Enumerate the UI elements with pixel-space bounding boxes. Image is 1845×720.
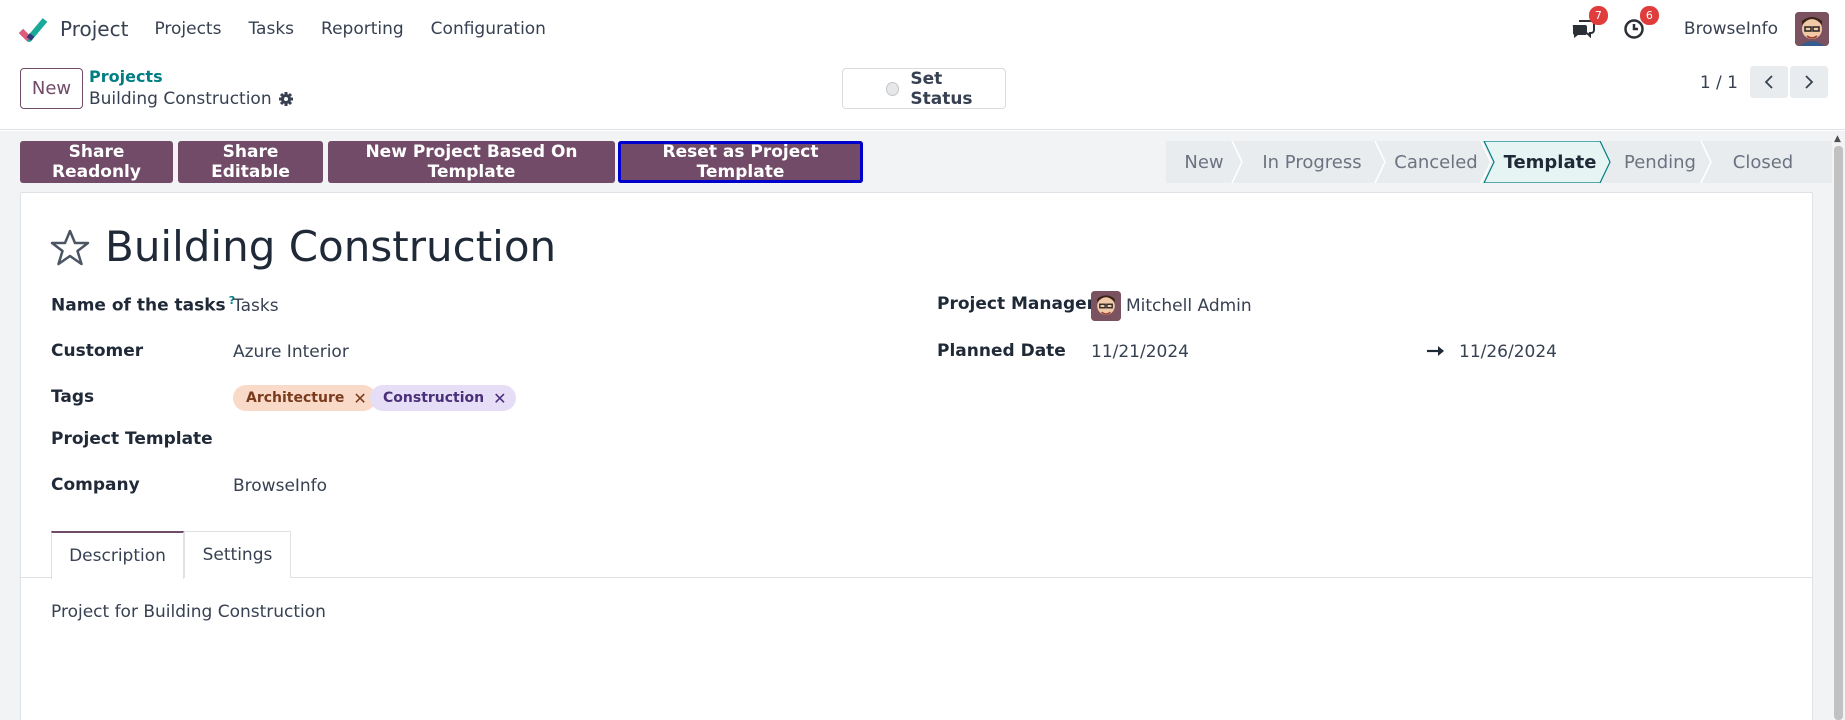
tag-construction[interactable]: Construction ✕ [370, 385, 516, 411]
stage-in-progress[interactable]: In Progress [1242, 141, 1382, 183]
activities-button[interactable]: 6 [1621, 6, 1659, 42]
manager-avatar-icon [1091, 291, 1121, 321]
tab-description[interactable]: Description [51, 531, 184, 579]
pager-next-button[interactable] [1790, 66, 1828, 98]
project-template-label: Project Template [51, 429, 213, 449]
menu-tasks[interactable]: Tasks [248, 19, 294, 39]
menu-projects[interactable]: Projects [154, 19, 221, 39]
scrollbar-thumb[interactable] [1834, 146, 1843, 720]
messages-button[interactable]: 7 [1570, 6, 1608, 42]
customer-label: Customer [51, 341, 144, 361]
manager-avatar [1091, 291, 1121, 321]
project-app-icon [18, 18, 48, 42]
stage-closed[interactable]: Closed [1711, 141, 1815, 183]
tasks-name-field[interactable]: Tasks [233, 296, 279, 316]
form-sheet [20, 192, 1813, 720]
tag-architecture-label: Architecture [246, 390, 345, 406]
new-project-from-template-button[interactable]: New Project Based On Template [328, 141, 615, 183]
status-dot-icon [886, 81, 900, 96]
top-navbar: Project Projects Tasks Reporting Configu… [0, 0, 1845, 58]
planned-date-start-field[interactable]: 11/21/2024 [1091, 342, 1189, 362]
share-readonly-button[interactable]: Share Readonly [20, 141, 173, 183]
tag-architecture[interactable]: Architecture ✕ [233, 385, 376, 411]
stage-template[interactable]: Template [1494, 141, 1606, 183]
breadcrumb-current-record: Building Construction [89, 89, 272, 109]
breadcrumb: Building Construction [89, 89, 294, 109]
remove-tag-icon[interactable]: ✕ [493, 389, 506, 408]
project-manager-label: Project Manager [937, 294, 1096, 314]
scroll-up-arrow-icon[interactable]: ▲ [1834, 134, 1841, 144]
gear-icon[interactable] [278, 91, 294, 107]
description-field[interactable]: Project for Building Construction [51, 602, 326, 622]
company-field[interactable]: BrowseInfo [233, 476, 327, 496]
tag-construction-label: Construction [383, 390, 485, 406]
pager-previous-button[interactable] [1750, 66, 1788, 98]
breadcrumb-projects[interactable]: Projects [89, 67, 163, 86]
menu-configuration[interactable]: Configuration [431, 19, 546, 39]
customer-field[interactable]: Azure Interior [233, 342, 349, 362]
app-brand[interactable]: Project [18, 14, 128, 44]
tags-label: Tags [51, 387, 95, 407]
remove-tag-icon[interactable]: ✕ [353, 389, 366, 408]
activities-badge: 6 [1639, 6, 1659, 25]
stage-canceled[interactable]: Canceled [1385, 141, 1487, 183]
arrow-right-icon [1427, 346, 1444, 356]
tasks-name-label: Name of the tasks? [51, 294, 235, 316]
new-button[interactable]: New [20, 68, 83, 109]
systray: 7 6 BrowseInfo [1570, 0, 1829, 58]
user-avatar-icon [1795, 12, 1829, 46]
planned-date-end-field[interactable]: 11/26/2024 [1459, 342, 1557, 362]
reset-as-template-button[interactable]: Reset as Project Template [618, 141, 863, 183]
user-avatar[interactable] [1795, 12, 1829, 46]
control-panel: New Projects Building Construction Set S… [0, 58, 1845, 130]
company-label: Company [51, 475, 140, 495]
favorite-star-icon[interactable] [50, 228, 90, 268]
main-menu: Projects Tasks Reporting Configuration [154, 19, 573, 39]
chevron-right-icon [1805, 75, 1814, 89]
app-name: Project [60, 17, 129, 41]
tasks-name-label-text: Name of the tasks [51, 295, 226, 316]
project-title[interactable]: Building Construction [105, 222, 556, 271]
stage-pending[interactable]: Pending [1610, 141, 1710, 183]
planned-date-label: Planned Date [937, 341, 1066, 361]
share-editable-button[interactable]: Share Editable [178, 141, 323, 183]
pager-value[interactable]: 1 / 1 [1700, 73, 1738, 93]
tab-settings[interactable]: Settings [184, 531, 291, 578]
company-switcher[interactable]: BrowseInfo [1684, 19, 1778, 39]
stage-new[interactable]: New [1166, 141, 1242, 183]
messages-badge: 7 [1588, 6, 1608, 25]
project-manager-field[interactable]: Mitchell Admin [1126, 296, 1252, 316]
chevron-left-icon [1764, 75, 1773, 89]
set-status-label: Set Status [910, 68, 973, 109]
set-status-button[interactable]: Set Status [842, 68, 1006, 109]
menu-reporting[interactable]: Reporting [321, 19, 404, 39]
